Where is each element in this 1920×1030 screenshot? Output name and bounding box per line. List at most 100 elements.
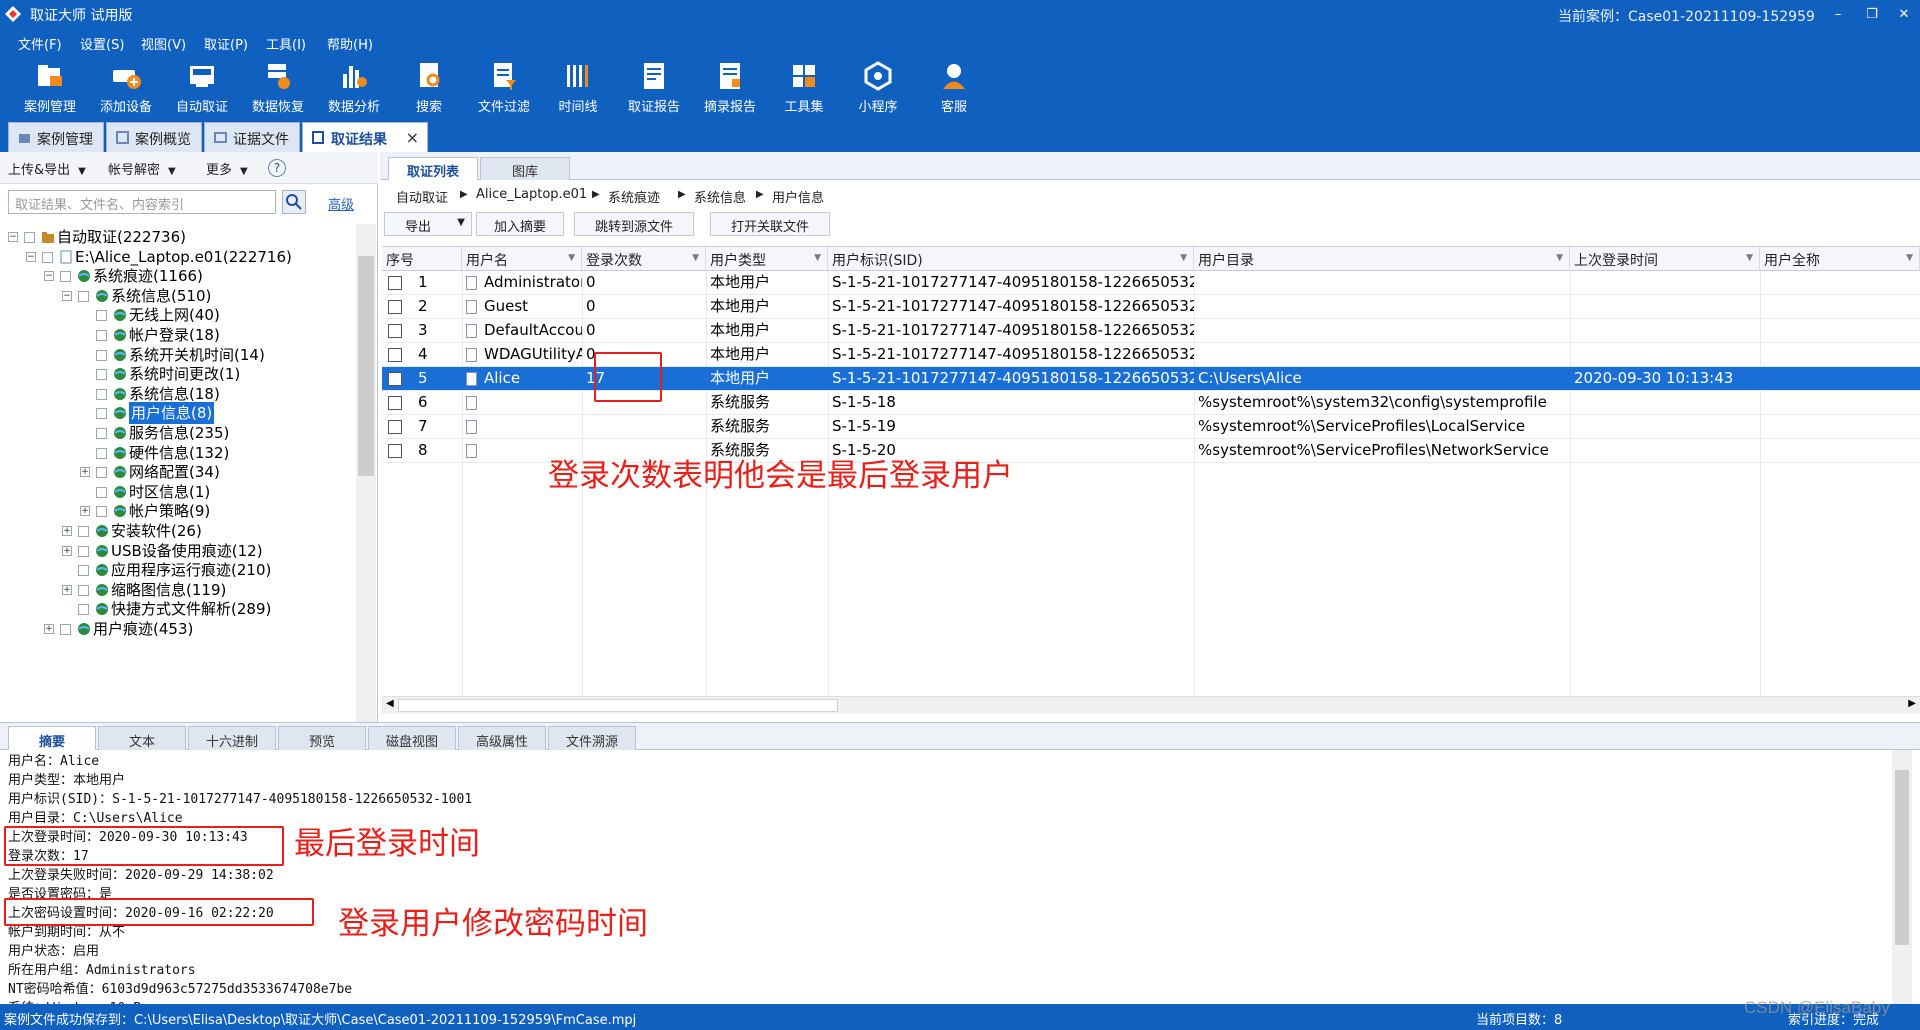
menu-file[interactable]: 文件(F)	[18, 34, 62, 53]
tree-node-checkbox[interactable]	[24, 232, 35, 243]
table-scrollbar-thumb[interactable]	[398, 699, 838, 712]
scroll-right-icon[interactable]: ▶	[1908, 698, 1916, 709]
tree-node[interactable]: + 用户痕迹(453)	[0, 618, 356, 642]
expand-icon[interactable]: +	[62, 545, 72, 556]
tree-node-checkbox[interactable]	[78, 545, 89, 557]
tab-text[interactable]: 文本	[98, 726, 186, 751]
tab-forensic-results[interactable]: 取证结果 ×	[302, 122, 428, 152]
column-header[interactable]: 用户全称 ▼	[1760, 247, 1920, 271]
tree-node-checkbox[interactable]	[78, 290, 89, 302]
row-checkbox[interactable]	[388, 444, 402, 458]
expand-icon[interactable]: +	[62, 584, 72, 595]
column-header[interactable]: 用户标识(SID) ▼	[828, 247, 1194, 271]
row-checkbox[interactable]	[388, 300, 402, 314]
add-summary-button[interactable]: 加入摘要	[476, 212, 564, 236]
menu-view[interactable]: 视图(V)	[141, 34, 186, 53]
filter-icon[interactable]: ▼	[692, 253, 699, 263]
tree-node-checkbox[interactable]	[96, 467, 107, 479]
breadcrumb-item[interactable]: 系统信息	[694, 187, 746, 206]
tab-file-trace[interactable]: 文件溯源	[548, 726, 636, 751]
auto-forensic-button[interactable]: 自动取证	[166, 58, 238, 116]
row-checkbox[interactable]	[388, 348, 402, 362]
breadcrumb-item[interactable]: 自动取证	[396, 187, 448, 206]
tree-node-checkbox[interactable]	[42, 251, 53, 263]
row-checkbox[interactable]	[388, 276, 402, 290]
tree-scrollbar-thumb[interactable]	[358, 256, 374, 476]
tab-case-overview[interactable]: 案例概览	[106, 122, 202, 152]
row-checkbox[interactable]	[388, 420, 402, 434]
tree-node-checkbox[interactable]	[60, 624, 71, 635]
tree-node-checkbox[interactable]	[96, 428, 107, 439]
breadcrumb-item[interactable]: 用户信息	[772, 187, 824, 206]
column-header[interactable]: 上次登录时间 ▼	[1570, 247, 1760, 271]
case-manage-button[interactable]: 案例管理	[14, 58, 86, 116]
menu-help[interactable]: 帮助(H)	[327, 34, 373, 53]
table-horizontal-scrollbar[interactable]: ◀ ▶	[382, 696, 1920, 714]
menu-forensic[interactable]: 取证(P)	[204, 34, 248, 53]
minimize-button[interactable]: –	[1820, 2, 1856, 28]
tree-node-checkbox[interactable]	[96, 388, 107, 400]
row-checkbox[interactable]	[388, 396, 402, 410]
timeline-button[interactable]: 时间线	[542, 58, 614, 116]
table-row[interactable]: 7 系统服务 S-1-5-19 %systemroot%\ServiceProfile…	[382, 415, 1920, 439]
export-dropdown[interactable]: 导出 ▼	[384, 212, 472, 236]
search-submit-button[interactable]	[282, 190, 306, 214]
row-checkbox[interactable]	[388, 324, 402, 338]
data-analysis-button[interactable]: 数据分析	[318, 58, 390, 116]
column-header[interactable]: 用户类型 ▼	[706, 247, 828, 271]
collapse-icon[interactable]: −	[62, 290, 72, 301]
close-tab-icon[interactable]: ×	[406, 128, 419, 147]
collapse-icon[interactable]: −	[44, 271, 54, 282]
tab-gallery[interactable]: 图库	[480, 157, 570, 180]
toolset-button[interactable]: 工具集	[768, 58, 840, 116]
more-dropdown[interactable]: 更多 ▼	[202, 157, 262, 179]
table-row[interactable]: 2 Guest 0 本地用户 S-1-5-21-1017277147-409518015…	[382, 295, 1920, 319]
data-recovery-button[interactable]: 数据恢复	[242, 58, 314, 116]
column-header[interactable]: 用户目录 ▼	[1194, 247, 1570, 271]
tree-node-checkbox[interactable]	[78, 584, 89, 596]
breadcrumb-item[interactable]: Alice_Laptop.e01	[476, 187, 587, 202]
file-filter-button[interactable]: 文件过滤	[468, 58, 540, 116]
tree-node-checkbox[interactable]	[78, 526, 89, 537]
table-row[interactable]: 3 DefaultAccount0 本地用户 S-1-5-21-1017277147-…	[382, 319, 1920, 343]
expand-icon[interactable]: +	[80, 467, 90, 478]
filter-icon[interactable]: ▼	[1556, 253, 1563, 263]
search-button[interactable]: 搜索	[393, 58, 465, 116]
tab-evidence-files[interactable]: 证据文件	[204, 122, 300, 152]
jump-to-source-button[interactable]: 跳转到源文件	[574, 212, 694, 236]
scroll-left-icon[interactable]: ◀	[386, 698, 394, 709]
support-button[interactable]: 客服	[918, 58, 990, 116]
tree-node-checkbox[interactable]	[96, 310, 107, 322]
report-button[interactable]: 取证报告	[618, 58, 690, 116]
upload-export-dropdown[interactable]: 上传&导出 ▼	[4, 157, 96, 179]
tab-summary[interactable]: 摘要	[8, 726, 96, 751]
collapse-icon[interactable]: −	[8, 232, 18, 242]
tree-scrollbar[interactable]	[356, 224, 376, 722]
detail-scrollbar-thumb[interactable]	[1895, 770, 1909, 945]
help-icon[interactable]: ?	[268, 159, 286, 177]
result-search-input[interactable]: 取证结果、文件名、内容索引	[8, 190, 276, 214]
filter-icon[interactable]: ▼	[1746, 253, 1753, 263]
expand-icon[interactable]: +	[80, 506, 90, 517]
detail-scrollbar[interactable]	[1892, 750, 1912, 1004]
menu-tools[interactable]: 工具(I)	[266, 34, 306, 53]
tab-hex[interactable]: 十六进制	[188, 726, 276, 751]
breadcrumb-item[interactable]: 系统痕迹	[608, 187, 660, 206]
filter-icon[interactable]: ▼	[814, 253, 821, 263]
tree-node-checkbox[interactable]	[96, 369, 107, 381]
tree-node-checkbox[interactable]	[96, 349, 107, 361]
tab-case-manage[interactable]: 案例管理	[8, 122, 104, 152]
expand-icon[interactable]: +	[62, 526, 72, 536]
account-decrypt-dropdown[interactable]: 帐号解密 ▼	[104, 157, 192, 179]
close-window-button[interactable]: ✕	[1886, 2, 1920, 28]
column-header[interactable]: 序号	[382, 247, 462, 271]
advanced-search-link[interactable]: 高级	[328, 194, 354, 213]
add-device-button[interactable]: 添加设备	[90, 58, 162, 116]
column-header[interactable]: 登录次数 ▼	[582, 247, 706, 271]
tab-preview[interactable]: 预览	[278, 726, 366, 751]
tab-result-list[interactable]: 取证列表	[388, 157, 478, 180]
row-checkbox[interactable]	[388, 372, 402, 386]
collapse-icon[interactable]: −	[26, 251, 36, 262]
tree-node-checkbox[interactable]	[96, 447, 107, 459]
tree-node-checkbox[interactable]	[96, 506, 107, 518]
